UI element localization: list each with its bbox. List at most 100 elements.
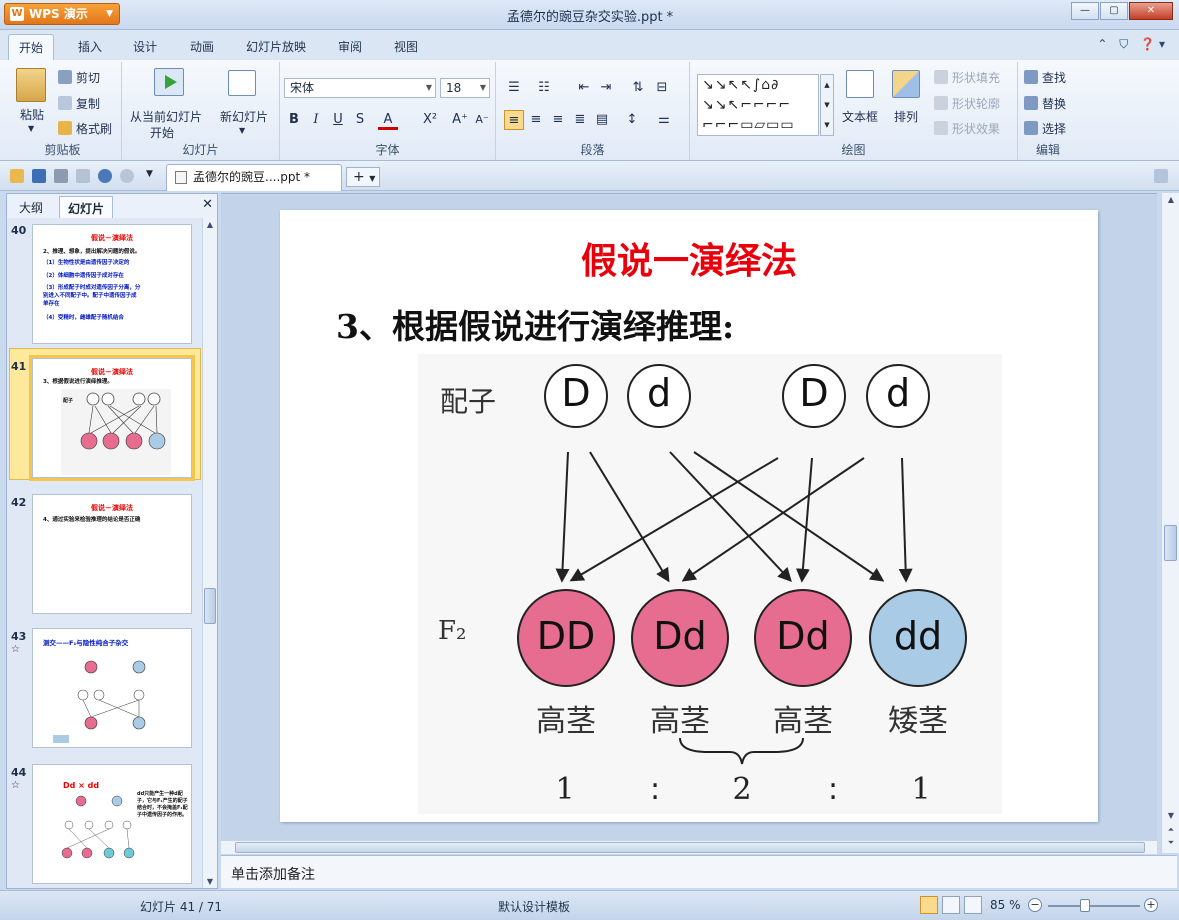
tab-slides[interactable]: 幻灯片 <box>59 196 114 220</box>
tab-review[interactable]: 审阅 <box>338 38 362 55</box>
scroll-down-icon[interactable]: ▼ <box>1164 811 1178 820</box>
tab-insert[interactable]: 插入 <box>78 38 102 55</box>
arrange-button[interactable]: 排列 <box>894 108 918 125</box>
replace-button[interactable]: 替换 <box>1024 95 1066 112</box>
slideshow-view-button[interactable] <box>964 896 982 914</box>
ratio-number: 1 <box>911 772 931 807</box>
find-button[interactable]: 查找 <box>1024 69 1066 86</box>
customize-icon[interactable]: ▼ <box>146 169 160 183</box>
editor-hscroll-thumb[interactable] <box>235 842 1145 853</box>
format-painter-button[interactable]: 格式刷 <box>58 120 112 137</box>
numbering-button[interactable]: ☷ <box>534 78 554 98</box>
restore-panel-icon[interactable] <box>1154 169 1168 183</box>
zoom-slider-track[interactable] <box>1048 905 1140 907</box>
editor-scroll-thumb[interactable] <box>1164 525 1177 561</box>
paste-button[interactable]: 粘贴 <box>20 106 44 123</box>
shape-fill-button[interactable]: 形状填充 <box>934 69 1000 86</box>
zoom-in-button[interactable]: + <box>1144 898 1158 912</box>
panel-scrollbar[interactable]: ▲ ▼ <box>202 218 217 888</box>
italic-button[interactable]: I <box>306 110 326 130</box>
genotype-label: Dd <box>776 614 830 658</box>
tab-design[interactable]: 设计 <box>133 38 157 55</box>
chevron-down-icon[interactable]: ▼ <box>239 126 245 135</box>
shrink-font-button[interactable]: A⁻ <box>472 110 492 130</box>
new-slide-button[interactable]: 新幻灯片 <box>220 108 268 125</box>
shape-effect-button[interactable]: 形状效果 <box>934 120 1000 137</box>
slide-thumbnail-41[interactable]: 假说－演绎法 3、根据假说进行演绎推理。 配子 <box>29 355 195 481</box>
shapes-gallery[interactable]: ↘↘↖↖∫⌂∂ ↘↘↖⌐⌐⌐⌐ ⌐⌐⌐▭▱▭▭ <box>697 74 819 136</box>
zoom-slider-knob[interactable] <box>1080 899 1090 912</box>
undo-icon[interactable] <box>98 169 112 183</box>
play-from-current-button[interactable]: 从当前幻灯片 <box>130 108 202 125</box>
next-slide-icon[interactable]: ⏷ <box>1164 838 1178 848</box>
shapes-gallery-scroll[interactable]: ▲ ▼ ▼ <box>820 74 834 136</box>
document-tab[interactable]: 孟德尔的豌豆....ppt * <box>166 164 342 191</box>
underline-button[interactable]: U <box>328 110 348 130</box>
previous-slide-icon[interactable]: ⏶ <box>1164 825 1178 835</box>
current-slide[interactable]: 假说一演绎法 3、根据假说进行演绎推理: 配子 F₂ D d D d DD Dd… <box>280 210 1098 822</box>
save-icon[interactable] <box>32 169 46 183</box>
tab-slideshow[interactable]: 幻灯片放映 <box>246 38 306 55</box>
slide-title[interactable]: 假说一演绎法 <box>280 232 1098 284</box>
line-spacing-button[interactable]: ↕ <box>622 110 642 130</box>
tab-animation[interactable]: 动画 <box>190 38 214 55</box>
close-button[interactable]: ✕ <box>1129 2 1173 20</box>
editor-horizontal-scrollbar[interactable] <box>221 840 1157 854</box>
print-icon[interactable] <box>54 169 68 183</box>
normal-view-button[interactable] <box>920 896 938 914</box>
panel-scroll-thumb[interactable] <box>204 588 216 624</box>
minimize-button[interactable]: — <box>1071 2 1099 20</box>
grow-font-button[interactable]: A⁺ <box>450 110 470 130</box>
scroll-down-icon[interactable]: ▼ <box>203 877 217 886</box>
thumb-line: 单存在 <box>43 301 60 307</box>
zoom-out-button[interactable]: − <box>1028 898 1042 912</box>
redo-icon[interactable] <box>120 169 134 183</box>
maximize-button[interactable]: ▢ <box>1100 2 1128 20</box>
justify-button[interactable]: ≣ <box>570 110 590 130</box>
increase-indent-button[interactable]: ⇥ <box>596 78 616 98</box>
shadow-button[interactable]: S <box>350 110 370 130</box>
slide-thumbnail-42[interactable]: 假说－演绎法 4、通过实验来检验推理的结论是否正确 <box>32 494 192 614</box>
superscript-button[interactable]: X² <box>420 110 440 130</box>
font-name-select[interactable]: 宋体 ▼ <box>284 78 436 98</box>
textbox-button[interactable]: 文本框 <box>842 108 878 125</box>
slide-subtitle[interactable]: 3、根据假说进行演绎推理: <box>336 300 734 348</box>
slide-thumbnail-44[interactable]: Dd × dd dd只能产生一种d配子，它与F₁产生的配子结合时，不会掩盖F₁配… <box>32 764 192 884</box>
chevron-down-icon[interactable]: ▼ <box>28 124 34 133</box>
columns-button[interactable]: ⚌ <box>654 110 674 130</box>
notes-pane[interactable]: 单击添加备注 <box>221 855 1177 888</box>
distribute-button[interactable]: ▤ <box>592 110 612 130</box>
font-size-select[interactable]: 18 ▼ <box>440 78 490 98</box>
shape-outline-button[interactable]: 形状轮廓 <box>934 95 1000 112</box>
editor-vertical-scrollbar[interactable]: ▲ ▼ ⏶ ⏷ <box>1161 193 1179 853</box>
select-button[interactable]: 选择 <box>1024 120 1066 137</box>
slide-thumbnail-40[interactable]: 假说－演绎法 2、推理、想象，提出解决问题的假说。 （1）生物性状是由遗传因子决… <box>32 224 192 344</box>
font-color-button[interactable]: A <box>378 110 398 130</box>
wps-menu-button[interactable]: W WPS 演示 ▼ <box>4 3 120 25</box>
align-right-button[interactable]: ≡ <box>548 110 568 130</box>
tab-home[interactable]: 开始 <box>8 34 55 61</box>
align-left-button[interactable]: ≡ <box>504 110 524 130</box>
cut-button[interactable]: 剪切 <box>58 69 100 86</box>
punnett-figure[interactable]: 配子 F₂ D d D d DD Dd Dd dd 高茎 高茎 高茎 矮茎 1 … <box>418 354 1002 814</box>
bold-button[interactable]: B <box>284 110 304 130</box>
align-text-button[interactable]: ⊟ <box>652 78 672 98</box>
copy-button[interactable]: 复制 <box>58 95 100 112</box>
print-preview-icon[interactable] <box>76 169 90 183</box>
tab-view[interactable]: 视图 <box>394 38 418 55</box>
decrease-indent-button[interactable]: ⇤ <box>574 78 594 98</box>
new-document-button[interactable]: + ▼ <box>346 167 380 187</box>
align-center-button[interactable]: ≡ <box>526 110 546 130</box>
close-icon[interactable]: ✕ <box>202 197 213 212</box>
genotype-label: Dd <box>653 614 707 658</box>
open-icon[interactable] <box>10 169 24 183</box>
slide-thumbnail-43[interactable]: 测交——F₁与隐性纯合子杂交 <box>32 628 192 748</box>
scroll-up-icon[interactable]: ▲ <box>203 220 217 229</box>
scroll-up-icon[interactable]: ▲ <box>1164 195 1178 204</box>
bullets-button[interactable]: ☰ <box>504 78 524 98</box>
sorter-view-button[interactable] <box>942 896 960 914</box>
ribbon-right-icons[interactable]: ⌃ ⛉ ❓▾ <box>1097 37 1169 52</box>
text-direction-button[interactable]: ⇅ <box>628 78 648 98</box>
gamete-label: d <box>885 371 911 415</box>
tab-outline[interactable]: 大纲 <box>11 196 51 219</box>
